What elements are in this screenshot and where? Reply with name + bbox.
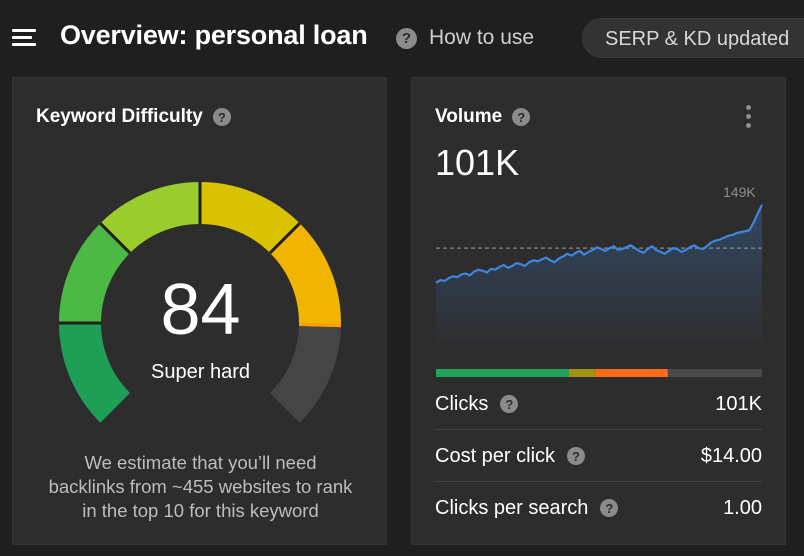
cps-value: 1.00: [723, 496, 762, 519]
help-icon: ?: [396, 27, 417, 49]
cpc-value: $14.00: [700, 444, 762, 467]
page-title: Overview: personal loan: [60, 20, 368, 50]
volume-trend-chart: [435, 204, 763, 377]
kd-estimate-text: We estimate that you’ll need backlinks f…: [33, 451, 368, 523]
how-to-use-link[interactable]: ? How to use: [396, 25, 534, 51]
distribution-segment: [595, 369, 668, 377]
clicks-label: Clicks: [435, 392, 489, 415]
cpc-label-group: Cost per click ?: [435, 444, 586, 468]
gauge-segment: [199, 182, 300, 254]
page-bottom: [0, 547, 804, 556]
kd-estimate-line-2: backlinks from ~455 websites to rank: [48, 476, 353, 497]
kd-estimate-line-1: We estimate that you’ll need: [84, 452, 317, 473]
cps-help-icon[interactable]: ?: [600, 499, 619, 517]
cps-label-group: Clicks per search ?: [435, 496, 619, 520]
clicks-row: Clicks ? 101K: [435, 378, 762, 430]
kd-estimate-line-3: in the top 10 for this keyword: [82, 500, 319, 521]
menu-icon[interactable]: [12, 29, 36, 47]
distribution-segment: [667, 369, 762, 377]
clicks-help-icon[interactable]: ?: [500, 395, 519, 413]
clicks-label-group: Clicks ?: [435, 392, 519, 416]
how-to-use-label: How to use: [429, 26, 535, 49]
distribution-segment: [568, 369, 596, 377]
volume-card: Volume ? 101K 149K Clicks ? 101K Cost pe…: [411, 77, 786, 545]
distribution-segment: [436, 369, 569, 377]
kd-level-label: Super hard: [151, 361, 250, 383]
top-bar: Overview: personal loan ? How to use SER…: [0, 0, 804, 76]
clicks-value: 101K: [715, 392, 762, 415]
cpc-label: Cost per click: [435, 444, 556, 467]
keyword-difficulty-card: Keyword Difficulty ? 84 Super hard We es…: [12, 77, 387, 545]
gauge-segment: [100, 182, 201, 254]
cost-per-click-row: Cost per click ? $14.00: [435, 429, 762, 482]
cpc-help-icon[interactable]: ?: [567, 447, 586, 465]
cps-label: Clicks per search: [435, 496, 589, 519]
kd-score: 84: [160, 270, 241, 350]
clicks-per-search-row: Clicks per search ? 1.00: [435, 481, 762, 534]
serp-kd-status-button[interactable]: SERP & KD updated: [582, 18, 804, 58]
volume-trend-area: [436, 204, 762, 343]
